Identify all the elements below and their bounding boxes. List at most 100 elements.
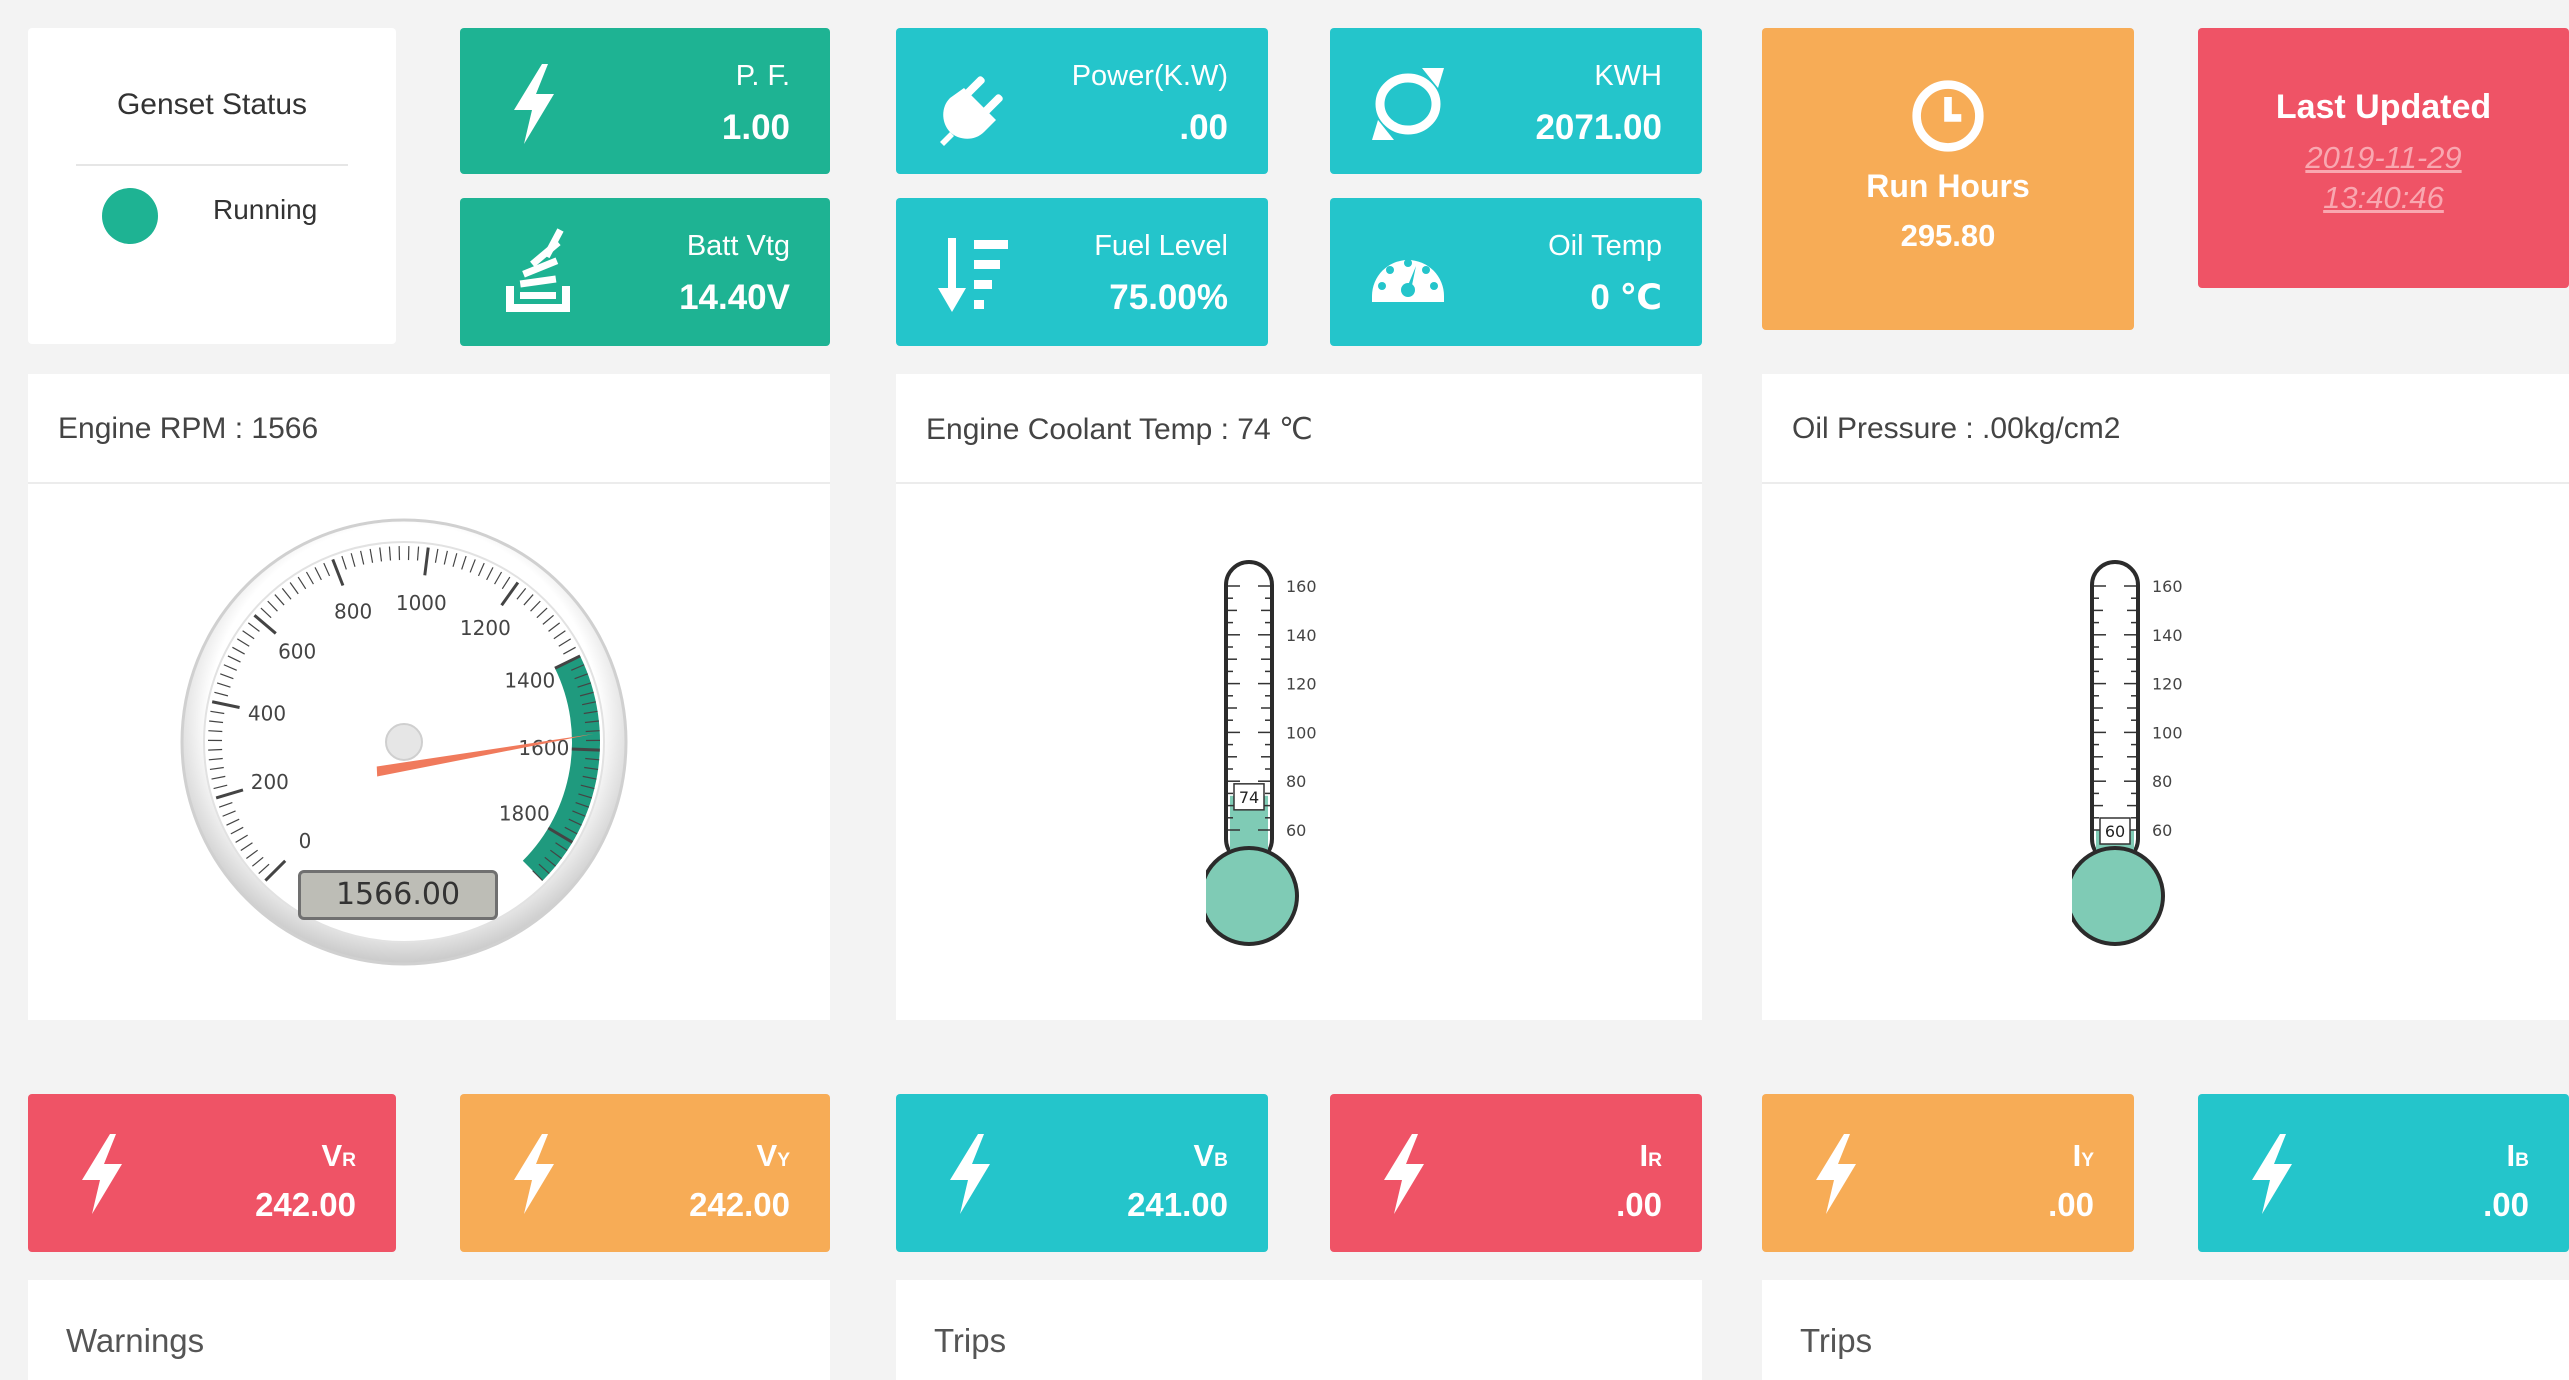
thermo-tick-label: 140: [1286, 626, 1317, 645]
power-tile: Power(K.W) .00: [896, 28, 1268, 174]
thermo-tick-label: 120: [1286, 675, 1317, 694]
vb-label-main: V: [1193, 1138, 1215, 1173]
thermo-tick-label: 120: [2152, 675, 2183, 694]
engine-rpm-title: Engine RPM : 1566: [58, 412, 319, 445]
ib-label-main: I: [2506, 1138, 2516, 1173]
vb-label-sub: B: [1214, 1150, 1228, 1171]
kwh-label: KWH: [1594, 60, 1662, 92]
thermo-bulb: [1206, 846, 1299, 946]
refresh-icon: [1372, 68, 1444, 140]
thermo-tick-label: 100: [1286, 723, 1317, 742]
coolant-temp-panel: Engine Coolant Temp : 74 ℃ 60 80 100 120 140…: [896, 374, 1702, 1020]
ir-tile: IR .00: [1330, 1094, 1702, 1252]
vb-tile: VB 241.00: [896, 1094, 1268, 1252]
coolant-temp-title: Engine Coolant Temp : 74 ℃: [926, 413, 1313, 446]
trips-title-2: Trips: [1800, 1322, 1873, 1359]
ir-label-main: I: [1639, 1138, 1649, 1173]
panel-header: Engine RPM : 1566: [28, 374, 830, 484]
bolt-icon: [1384, 1134, 1424, 1214]
divider: [76, 164, 348, 166]
gauge-minor-tick: [585, 730, 600, 733]
gauge-tick-label: 200: [251, 770, 289, 794]
vy-value: 242.00: [689, 1186, 790, 1223]
ib-tile: IB .00: [2198, 1094, 2569, 1252]
gauge-minor-tick: [208, 730, 223, 733]
fuel-tile: Fuel Level 75.00%: [896, 198, 1268, 346]
last-updated-tile: Last Updated 2019-11-29 13:40:46: [2198, 28, 2569, 288]
oil-pressure-title: Oil Pressure : .00kg/cm2: [1792, 412, 2121, 445]
fuel-label: Fuel Level: [1094, 230, 1228, 262]
vb-value: 241.00: [1127, 1186, 1228, 1223]
gauge-tick-label: 400: [248, 701, 286, 725]
gauge-tick-label: 0: [299, 829, 312, 853]
thermo-tick-label: 80: [2152, 772, 2172, 791]
thermo-tick-label: 60: [1286, 821, 1306, 840]
oil-temp-tile: Oil Temp 0 ℃: [1330, 198, 1702, 346]
power-label: Power(K.W): [1071, 60, 1228, 92]
thermo-value-label: 60: [2105, 822, 2125, 841]
panel-header: Engine Coolant Temp : 74 ℃: [896, 374, 1702, 484]
ir-label: IR: [1640, 1138, 1663, 1174]
thermo-tick-label: 160: [1286, 577, 1317, 596]
last-updated-date[interactable]: 2019-11-29: [2198, 140, 2569, 176]
thermo-tick-label: 160: [2152, 577, 2183, 596]
oil-temp-label: Oil Temp: [1548, 230, 1662, 262]
engine-rpm-panel: Engine RPM : 1566 0 200 400 600 800 1000 1200 1…: [28, 374, 830, 1020]
clock-icon: [1912, 80, 1984, 152]
trips-panel-2: Trips: [1762, 1280, 2569, 1380]
thermo-tick-label: 80: [1286, 772, 1306, 791]
pf-value: 1.00: [721, 108, 790, 147]
run-hours-label: Run Hours: [1866, 168, 2030, 204]
gauge-major-tick: [571, 747, 600, 752]
last-updated-label: Last Updated: [2275, 88, 2492, 126]
oil-pressure-thermometer: 60 80 100 120 140 160 60: [2072, 560, 2183, 946]
run-hours-value: 295.80: [1900, 218, 1996, 253]
genset-status-title: Genset Status: [116, 88, 308, 121]
kwh-value: 2071.00: [1535, 108, 1662, 147]
power-value: .00: [1179, 108, 1228, 147]
bolt-icon: [950, 1134, 990, 1214]
gauge-tick-label: 1000: [396, 591, 447, 615]
run-hours-tile: Run Hours 295.80: [1762, 28, 2134, 330]
bolt-icon: [82, 1134, 122, 1214]
gauge-tick-label: 600: [278, 640, 316, 664]
iy-label: IY: [2073, 1138, 2094, 1174]
gauge-tick-label: 800: [334, 600, 372, 624]
rpm-readout: 1566.00: [298, 870, 498, 920]
iy-value: .00: [2048, 1186, 2094, 1223]
ir-value: .00: [1616, 1186, 1662, 1223]
ib-label: IB: [2507, 1138, 2530, 1174]
thermo-tick-label: 60: [2152, 821, 2172, 840]
vy-label: VY: [757, 1138, 791, 1174]
gauge-tick-label: 1800: [499, 802, 550, 826]
vb-label: VB: [1193, 1138, 1228, 1174]
stack-icon: [506, 228, 570, 312]
genset-status-card: Genset Status Running: [28, 28, 396, 344]
last-updated-time[interactable]: 13:40:46: [2198, 180, 2569, 216]
kwh-tile: KWH 2071.00: [1330, 28, 1702, 174]
iy-label-sub: Y: [2081, 1150, 2094, 1171]
gauge-hub: [385, 723, 423, 761]
vr-label: VR: [321, 1138, 356, 1174]
batt-value: 14.40V: [679, 278, 790, 317]
trips-title-1: Trips: [934, 1322, 1007, 1359]
iy-label-main: I: [2072, 1138, 2082, 1173]
warnings-title: Warnings: [66, 1322, 205, 1359]
iy-tile: IY .00: [1762, 1094, 2134, 1252]
coolant-thermometer: 60 80 100 120 140 160 74: [1206, 560, 1317, 946]
pf-label: P. F.: [735, 60, 790, 92]
warnings-panel: Warnings: [28, 1280, 830, 1380]
fuel-value: 75.00%: [1109, 278, 1228, 317]
gauge-tick-label: 1200: [460, 616, 511, 640]
genset-status-state: Running: [213, 194, 318, 225]
oil-temp-value: 0 ℃: [1590, 278, 1662, 317]
gauge-icon: [1372, 259, 1444, 302]
oil-pressure-panel: Oil Pressure : .00kg/cm2 60 80 100 120 140 16…: [1762, 374, 2569, 1020]
trips-panel-1: Trips: [896, 1280, 1702, 1380]
vy-label-main: V: [756, 1138, 778, 1173]
gauge-tick-label: 1400: [504, 669, 555, 693]
vr-tile: VR 242.00: [28, 1094, 396, 1252]
vr-value: 242.00: [255, 1186, 356, 1223]
thermo-tick-label: 100: [2152, 723, 2183, 742]
ib-label-sub: B: [2515, 1150, 2529, 1171]
